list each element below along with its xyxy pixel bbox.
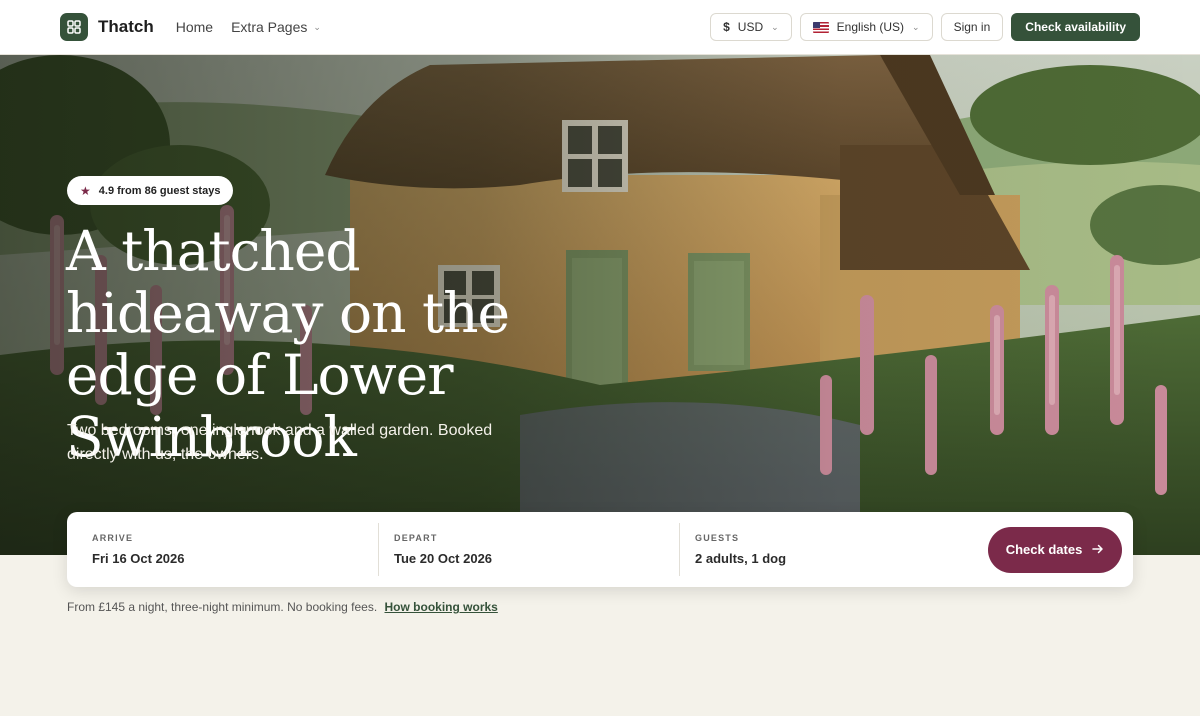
chevron-down-icon: ⌄ xyxy=(313,21,321,32)
arrive-field[interactable]: ARRIVE Fri 16 Oct 2026 xyxy=(67,523,378,576)
language-label: English (US) xyxy=(836,20,905,34)
check-dates-button[interactable]: Check dates xyxy=(988,526,1122,573)
depart-label: DEPART xyxy=(394,533,438,543)
nav-home[interactable]: Home xyxy=(176,19,213,35)
main-nav: Home Extra Pages ⌄ xyxy=(176,19,321,35)
check-availability-label: Check availability xyxy=(1025,20,1126,34)
guests-field[interactable]: GUESTS 2 adults, 1 dog xyxy=(679,523,979,576)
site-header: Thatch Home Extra Pages ⌄ $ USD ⌄ Englis… xyxy=(0,0,1200,55)
currency-symbol: $ xyxy=(723,20,730,34)
us-flag-icon xyxy=(812,21,829,33)
sign-in-label: Sign in xyxy=(953,20,991,34)
how-booking-works-link[interactable]: How booking works xyxy=(385,600,498,614)
currency-code: USD xyxy=(737,20,764,34)
brand-name: Thatch xyxy=(98,17,154,36)
nav-home-label: Home xyxy=(175,19,214,35)
pricing-text: From £145 a night, three-night minimum. … xyxy=(67,600,378,614)
arrow-right-icon xyxy=(1092,542,1104,557)
hero: ★ 4.9 from 86 guest stays A thatched hid… xyxy=(0,55,1200,555)
guests-label: GUESTS xyxy=(695,533,740,543)
sign-in-button[interactable]: Sign in xyxy=(940,13,1004,41)
booking-bar: ARRIVE Fri 16 Oct 2026 DEPART Tue 20 Oct… xyxy=(67,512,1133,587)
check-availability-button[interactable]: Check availability xyxy=(1011,13,1140,41)
chevron-down-icon: ⌄ xyxy=(771,21,779,32)
language-select[interactable]: English (US) ⌄ xyxy=(799,13,933,41)
grid-icon xyxy=(60,13,88,41)
brand-link[interactable]: Thatch xyxy=(60,13,154,41)
pricing-footnote: From £145 a night, three-night minimum. … xyxy=(67,600,498,614)
currency-select[interactable]: $ USD ⌄ xyxy=(710,13,792,41)
nav-extra-pages[interactable]: Extra Pages ⌄ xyxy=(231,19,321,35)
arrive-label: ARRIVE xyxy=(92,533,134,543)
rating-text: 4.9 from 86 guest stays xyxy=(98,184,221,197)
guests-value: 2 adults, 1 dog xyxy=(695,551,787,566)
nav-extra-pages-label: Extra Pages xyxy=(231,19,308,35)
arrive-value: Fri 16 Oct 2026 xyxy=(92,551,185,566)
star-icon: ★ xyxy=(80,183,91,198)
depart-field[interactable]: DEPART Tue 20 Oct 2026 xyxy=(378,523,679,576)
check-dates-label: Check dates xyxy=(1005,542,1083,557)
chevron-down-icon: ⌄ xyxy=(912,21,920,32)
hero-subtitle: Two bedrooms, one inglenook and a walled… xyxy=(67,422,493,463)
header-actions: $ USD ⌄ English (US) ⌄ Sign in Check ava… xyxy=(710,13,1140,41)
rating-badge: ★ 4.9 from 86 guest stays xyxy=(67,176,234,205)
depart-value: Tue 20 Oct 2026 xyxy=(394,551,493,566)
